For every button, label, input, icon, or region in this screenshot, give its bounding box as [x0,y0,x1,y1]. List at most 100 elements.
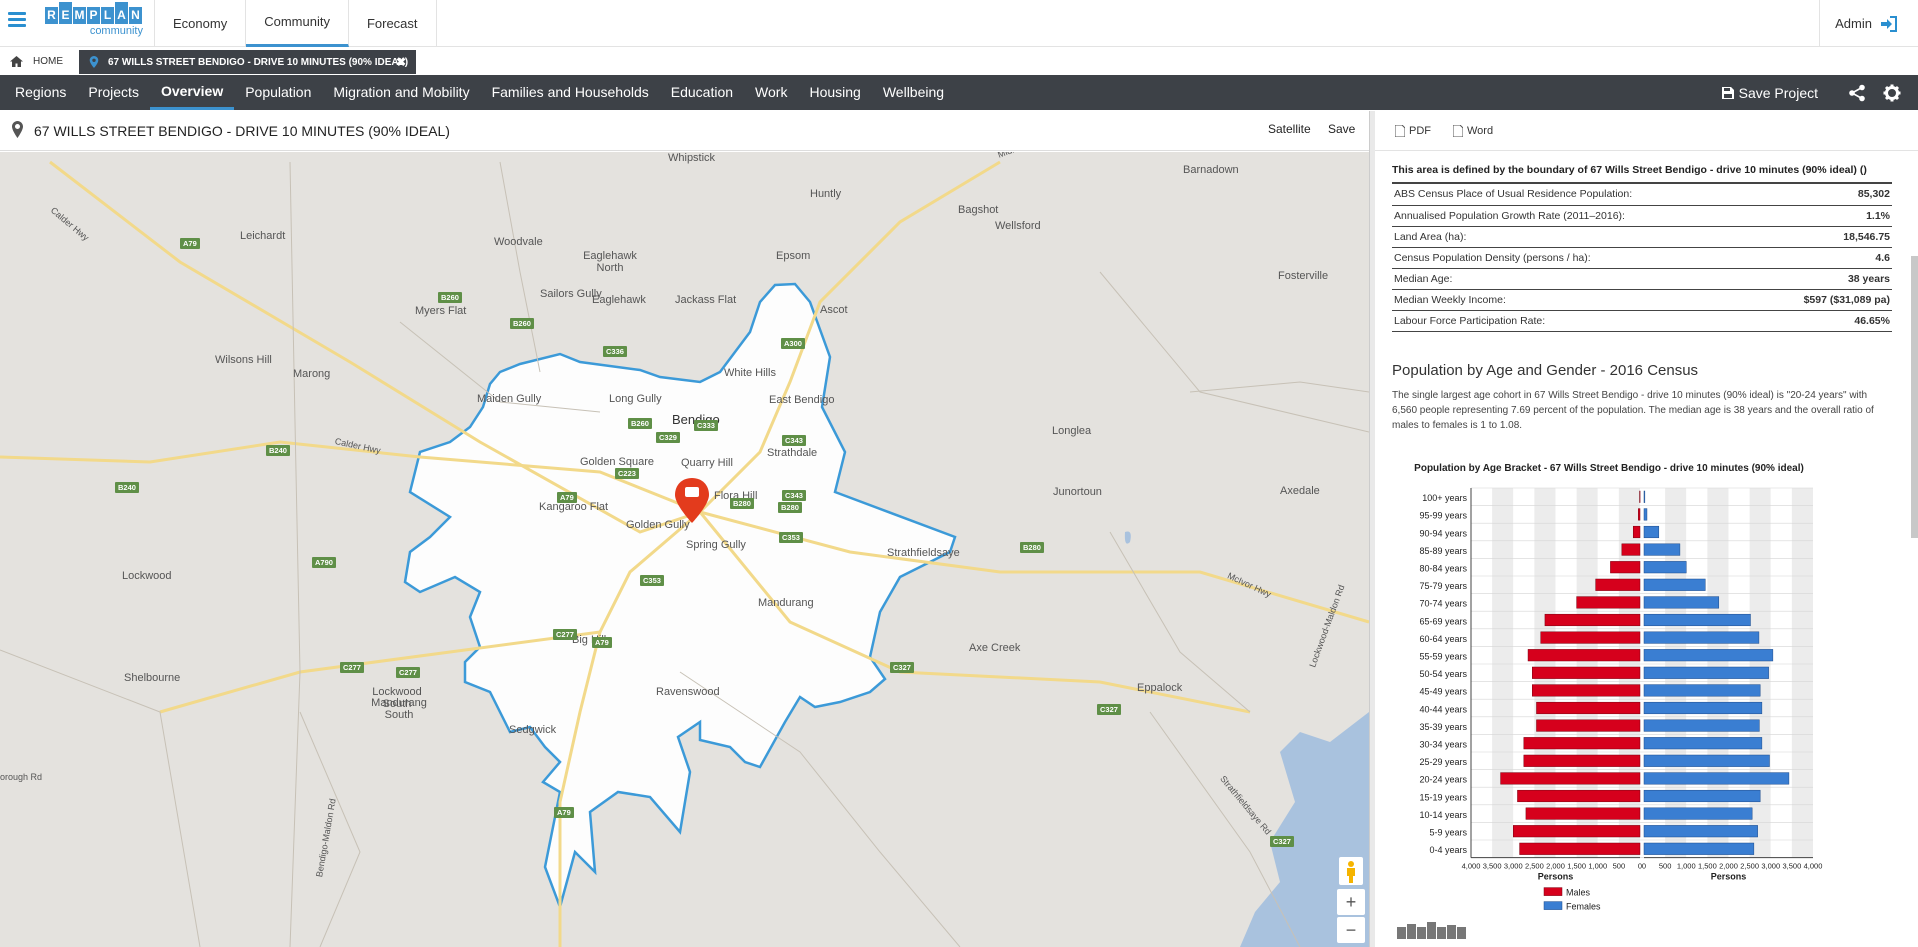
female-bar [1643,561,1687,574]
female-bar [1643,701,1763,715]
save-project-label: Save Project [1738,84,1818,101]
mainnav-wellbeing[interactable]: Wellbeing [872,75,955,110]
satellite-button[interactable]: Satellite [1268,122,1311,136]
female-bar [1643,649,1774,662]
road-sign: B240 [266,445,290,456]
male-bar [1595,578,1641,591]
map-save-button[interactable]: Save [1328,122,1355,136]
place-label: Quarry Hill [681,457,733,469]
map-title: 67 WILLS STREET BENDIGO - DRIVE 10 MINUT… [34,123,450,139]
mainnav-overview[interactable]: Overview [149,75,235,110]
admin-label: Admin [1835,16,1872,31]
place-label: Ascot [820,304,848,316]
stats-row: ABS Census Place of Usual Residence Popu… [1392,184,1892,206]
female-bar [1643,825,1758,838]
menu-icon[interactable] [8,12,26,28]
male-tick-label: 2,500 [1525,862,1544,871]
stat-value: 1.1% [1756,205,1892,227]
road-sign: C343 [782,435,806,446]
close-tab-icon[interactable]: ✖ [396,55,406,69]
road-sign: A300 [781,338,805,349]
street-view-icon[interactable] [1339,857,1363,885]
pdf-button[interactable]: PDF [1395,124,1431,137]
project-tab[interactable]: 67 WILLS STREET BENDIGO - DRIVE 10 MINUT… [79,50,416,74]
home-icon [10,55,23,67]
male-tick-label: 500 [1613,862,1626,871]
share-icon[interactable] [1848,84,1866,102]
age-bracket-label: 90-94 years [1419,528,1467,538]
age-bracket-label: 30-34 years [1419,740,1467,750]
word-button[interactable]: Word [1453,124,1493,137]
female-bar [1643,807,1753,820]
age-bracket-label: 10-14 years [1419,810,1467,820]
mainnav-education[interactable]: Education [660,75,744,110]
stat-label: Labour Force Participation Rate: [1392,310,1757,332]
logo-letter: N [129,7,142,24]
female-bar [1643,596,1720,609]
place-label: Longlea [1052,425,1092,437]
topnav-economy[interactable]: Economy [155,0,247,47]
stats-table: ABS Census Place of Usual Residence Popu… [1392,184,1892,332]
road-sign: C277 [553,629,577,640]
logo-subtitle: community [89,25,143,37]
mainnav-population[interactable]: Population [234,75,322,110]
female-bar [1643,666,1769,679]
male-bar [1500,772,1641,785]
place-label: Marong [293,368,331,380]
male-tick-label: 1,000 [1588,862,1607,871]
age-bracket-label: 45-49 years [1419,687,1467,697]
mainnav-migration-and-mobility[interactable]: Migration and Mobility [322,75,480,110]
logout-icon[interactable] [1880,15,1898,32]
road-sign: B260 [628,418,652,429]
male-bar [1536,701,1641,715]
panel-scrollbar[interactable] [1911,256,1918,538]
place-label: Golden Gully [626,519,690,531]
mainnav-regions[interactable]: Regions [4,75,77,110]
male-bar [1544,613,1641,627]
topnav-forecast[interactable]: Forecast [349,0,437,47]
road-sign: A79 [180,238,200,249]
road-sign: C336 [603,346,627,357]
road-sign: C333 [694,420,718,431]
lake [1124,531,1131,544]
male-bar [1610,561,1641,574]
main-nav-actions: Save Project [1721,75,1918,110]
minor-road-6 [0,649,201,947]
road-sign: A79 [557,492,577,503]
female-tick-label: 3,000 [1761,862,1780,871]
zoom-out-button[interactable]: − [1337,917,1365,943]
place-label: Huntly [810,188,842,200]
mainnav-families-and-households[interactable]: Families and Households [481,75,660,110]
male-bar [1621,543,1641,556]
age-bracket-label: 65-69 years [1419,616,1467,626]
pdf-label: PDF [1409,124,1431,137]
gear-icon[interactable] [1883,84,1901,102]
home-tab[interactable]: HOME [10,52,63,70]
minor-road-9 [1189,381,1369,393]
admin-menu[interactable]: Admin [1819,0,1898,47]
female-bar [1643,754,1770,767]
place-label: Bagshot [958,204,999,216]
remplan-logo[interactable]: REMPLAN community [45,2,145,45]
road-sign: A79 [592,637,612,648]
female-bar [1643,719,1760,732]
place-label: Sedgwick [509,724,557,736]
map-canvas[interactable]: Whipstick Huntly Barnadown Woodvale Bagshot L… [0,152,1369,947]
male-bar [1576,596,1641,609]
topnav-community[interactable]: Community [246,0,349,47]
stats-row: Annualised Population Growth Rate (2011–… [1392,205,1892,227]
age-bracket-label: 15-19 years [1419,792,1467,802]
save-project-button[interactable]: Save Project [1721,84,1818,101]
place-label: Barnadown [1183,164,1239,176]
zoom-in-button[interactable]: + [1337,889,1365,915]
stat-value: 85,302 [1756,184,1892,206]
road-sign: B260 [510,318,534,329]
legend-label-females: Females [1566,902,1601,912]
mainnav-work[interactable]: Work [744,75,798,110]
road-sign: C327 [890,662,914,673]
female-bar [1643,631,1760,644]
place-label: Maiden Gully [477,393,542,405]
mainnav-housing[interactable]: Housing [798,75,871,110]
logo-letter: L [101,7,114,24]
mainnav-projects[interactable]: Projects [77,75,150,110]
